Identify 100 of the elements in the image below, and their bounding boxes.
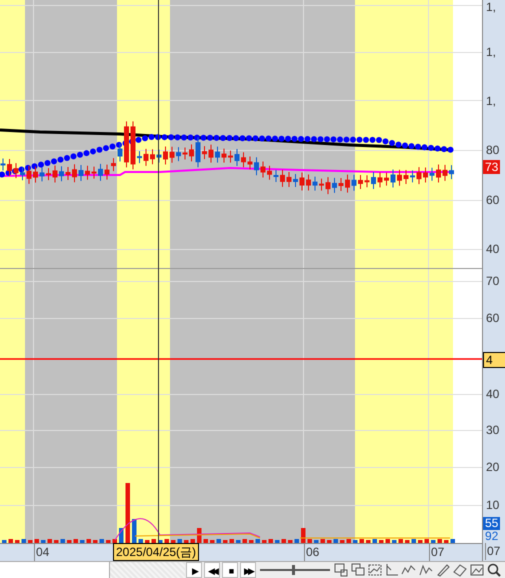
volume-bar (230, 539, 234, 543)
candlestick (33, 166, 38, 184)
dashed-chart-icon[interactable] (367, 562, 383, 578)
candlestick (332, 177, 337, 194)
volume-bar (320, 539, 325, 543)
volume-bar (60, 539, 65, 543)
volume-bar (372, 539, 377, 543)
volume-bar (171, 540, 176, 543)
volume-bar (438, 539, 442, 543)
candlestick (14, 162, 18, 179)
volume-bar (340, 540, 344, 543)
candlestick (72, 164, 77, 183)
volume-bar (346, 539, 351, 543)
volume-bar (197, 528, 202, 543)
volume-bar (249, 540, 254, 543)
volume-bar (334, 539, 338, 543)
eraser-icon[interactable] (452, 562, 468, 578)
candlestick (416, 166, 422, 185)
candlestick (345, 174, 350, 194)
candlestick (449, 164, 454, 180)
zoom-slider[interactable] (260, 562, 330, 578)
candlestick (7, 158, 12, 177)
candlestick (364, 174, 370, 188)
volume-bar (138, 539, 143, 543)
current-price-badge: 73 (483, 160, 500, 174)
picture-icon[interactable] (469, 562, 485, 578)
volume-bar (386, 539, 390, 543)
volume-bar (353, 540, 358, 543)
window-icon[interactable] (333, 562, 349, 578)
axis-label: 70 (486, 274, 500, 288)
playback-button[interactable]: ▶▶ (240, 562, 256, 578)
volume-value: 92 (485, 530, 498, 543)
candlestick (170, 146, 174, 164)
volume-bar (48, 539, 52, 543)
candlestick (423, 166, 428, 183)
volume-bar (424, 539, 429, 543)
candlestick (293, 173, 298, 188)
volume-bar (15, 540, 20, 543)
volume-bar (288, 540, 292, 543)
volume-bar (126, 483, 130, 543)
axis-label: 30 (486, 423, 500, 437)
axis-label: 60 (486, 193, 500, 207)
candlestick (306, 174, 311, 192)
volume-bar (132, 519, 136, 543)
volume-bar (392, 540, 396, 543)
volume-bar (67, 540, 72, 543)
volume-bar (366, 540, 370, 543)
volume-bar (301, 528, 306, 543)
volume-bar (242, 539, 247, 543)
volume-bar (106, 540, 110, 543)
volume-bar (74, 539, 78, 543)
axis-label: 07 (485, 543, 500, 560)
axis-icon[interactable] (384, 562, 400, 578)
candlestick (104, 164, 110, 180)
volume-bar (360, 539, 364, 543)
candlestick (59, 166, 64, 182)
playback-button[interactable]: ■ (222, 562, 238, 578)
candlestick (208, 144, 214, 164)
candlestick (390, 168, 396, 188)
volume-bar (86, 539, 91, 543)
search-icon[interactable] (486, 562, 502, 578)
axis-label: 1, (486, 94, 496, 108)
volume-bar (158, 540, 162, 543)
candlestick (118, 143, 122, 162)
candlestick (319, 178, 324, 192)
line-chart-icon[interactable] (418, 562, 434, 578)
candlestick (46, 168, 51, 181)
volume-bar (216, 539, 221, 543)
input-field[interactable] (0, 562, 110, 578)
candlestick (150, 148, 155, 165)
candlestick (163, 146, 168, 165)
candlestick (286, 171, 292, 188)
date-tooltip: 2025/04/25(금) (113, 543, 200, 561)
volume-bar (178, 539, 182, 543)
candlestick (248, 156, 252, 170)
volume-bar (275, 540, 280, 543)
slider-thumb[interactable] (292, 565, 296, 575)
axis-label: 40 (486, 242, 500, 256)
windows-icon[interactable] (350, 562, 366, 578)
playback-button[interactable]: ▶ (186, 562, 202, 578)
candlestick (442, 164, 448, 182)
candlestick (26, 165, 32, 184)
candlestick (215, 146, 220, 164)
candlestick (274, 170, 278, 182)
playback-button[interactable]: ◀◀ (204, 562, 220, 578)
candlestick (234, 148, 240, 167)
candlestick (358, 174, 363, 190)
volume-bar (294, 539, 299, 543)
pencil-icon[interactable] (435, 562, 451, 578)
candlestick (267, 165, 272, 180)
volume-bar (405, 540, 410, 543)
volume-bar (398, 539, 403, 543)
candlestick (312, 176, 318, 192)
candlestick (130, 120, 136, 170)
candlestick (338, 178, 344, 192)
candlestick (241, 152, 246, 168)
candlestick (85, 165, 90, 180)
candlestick (156, 149, 162, 164)
volume-bar (100, 539, 104, 543)
candlestick (144, 148, 148, 166)
